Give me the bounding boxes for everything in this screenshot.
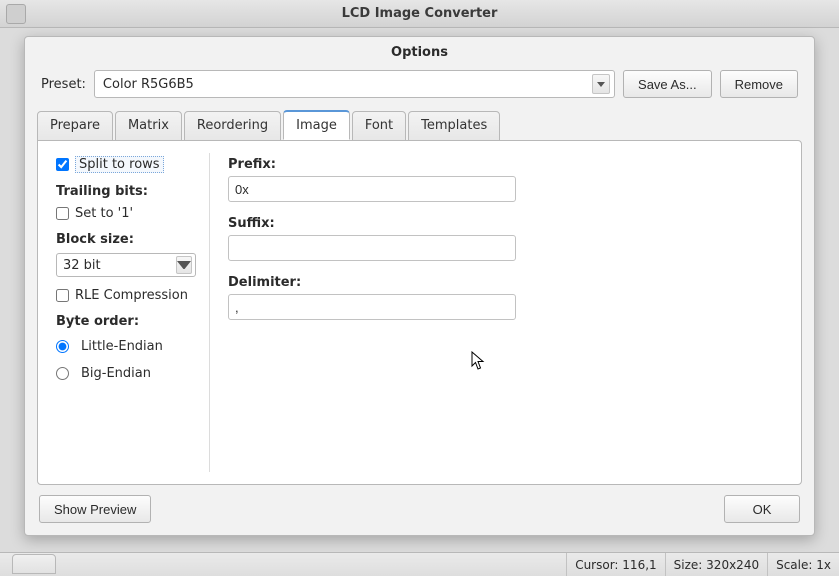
- big-endian-row[interactable]: Big-Endian: [56, 360, 197, 387]
- ok-button[interactable]: OK: [724, 495, 800, 523]
- save-as-button[interactable]: Save As...: [623, 70, 712, 98]
- tab-reordering[interactable]: Reordering: [184, 111, 281, 141]
- set-to-1-checkbox[interactable]: [56, 207, 69, 220]
- tab-prepare[interactable]: Prepare: [37, 111, 113, 141]
- split-to-rows-label: Split to rows: [75, 156, 164, 173]
- suffix-label: Suffix:: [228, 212, 783, 235]
- window-titlebar: LCD Image Converter: [0, 0, 839, 28]
- options-dialog: Options Preset: Color R5G6B5 Save As... …: [24, 36, 815, 536]
- status-size: Size: 320x240: [665, 553, 767, 576]
- byte-order-label: Byte order:: [56, 306, 197, 333]
- delimiter-label: Delimiter:: [228, 271, 783, 294]
- window-title: LCD Image Converter: [0, 6, 839, 21]
- preset-combo[interactable]: Color R5G6B5: [94, 70, 615, 98]
- show-preview-button[interactable]: Show Preview: [39, 495, 151, 523]
- prefix-label: Prefix:: [228, 153, 783, 176]
- split-to-rows-row[interactable]: Split to rows: [56, 153, 197, 176]
- trailing-bits-label: Trailing bits:: [56, 176, 197, 203]
- tab-row: Prepare Matrix Reordering Image Font Tem…: [25, 110, 814, 140]
- status-bar: Cursor: 116,1 Size: 320x240 Scale: 1x: [0, 552, 839, 576]
- prefix-input[interactable]: [228, 176, 516, 202]
- block-size-label: Block size:: [56, 224, 197, 251]
- block-size-combo[interactable]: 32 bit: [56, 253, 196, 277]
- set-to-1-row[interactable]: Set to '1': [56, 203, 197, 224]
- little-endian-row[interactable]: Little-Endian: [56, 333, 197, 360]
- dialog-title: Options: [25, 37, 814, 70]
- window-close-button[interactable]: [6, 4, 26, 24]
- status-cursor: Cursor: 116,1: [566, 553, 664, 576]
- suffix-input[interactable]: [228, 235, 516, 261]
- tab-pane-image: Split to rows Trailing bits: Set to '1' …: [37, 140, 802, 485]
- tab-font[interactable]: Font: [352, 111, 406, 141]
- remove-button[interactable]: Remove: [720, 70, 798, 98]
- set-to-1-label: Set to '1': [75, 206, 133, 221]
- chevron-down-icon: [592, 74, 610, 94]
- big-endian-radio[interactable]: [56, 367, 69, 380]
- block-size-value: 32 bit: [63, 258, 101, 273]
- little-endian-radio[interactable]: [56, 340, 69, 353]
- tab-image[interactable]: Image: [283, 110, 350, 140]
- little-endian-label: Little-Endian: [81, 339, 163, 354]
- rle-checkbox[interactable]: [56, 289, 69, 302]
- preset-value: Color R5G6B5: [103, 77, 194, 92]
- preset-label: Preset:: [41, 77, 86, 92]
- tab-matrix[interactable]: Matrix: [115, 111, 182, 141]
- chevron-down-icon: [176, 256, 192, 274]
- rle-row[interactable]: RLE Compression: [56, 285, 197, 306]
- split-to-rows-checkbox[interactable]: [56, 158, 69, 171]
- delimiter-input[interactable]: [228, 294, 516, 320]
- big-endian-label: Big-Endian: [81, 366, 151, 381]
- rle-label: RLE Compression: [75, 288, 188, 303]
- tab-templates[interactable]: Templates: [408, 111, 500, 141]
- status-scale: Scale: 1x: [767, 553, 839, 576]
- statusbar-tab-stub[interactable]: [12, 554, 56, 574]
